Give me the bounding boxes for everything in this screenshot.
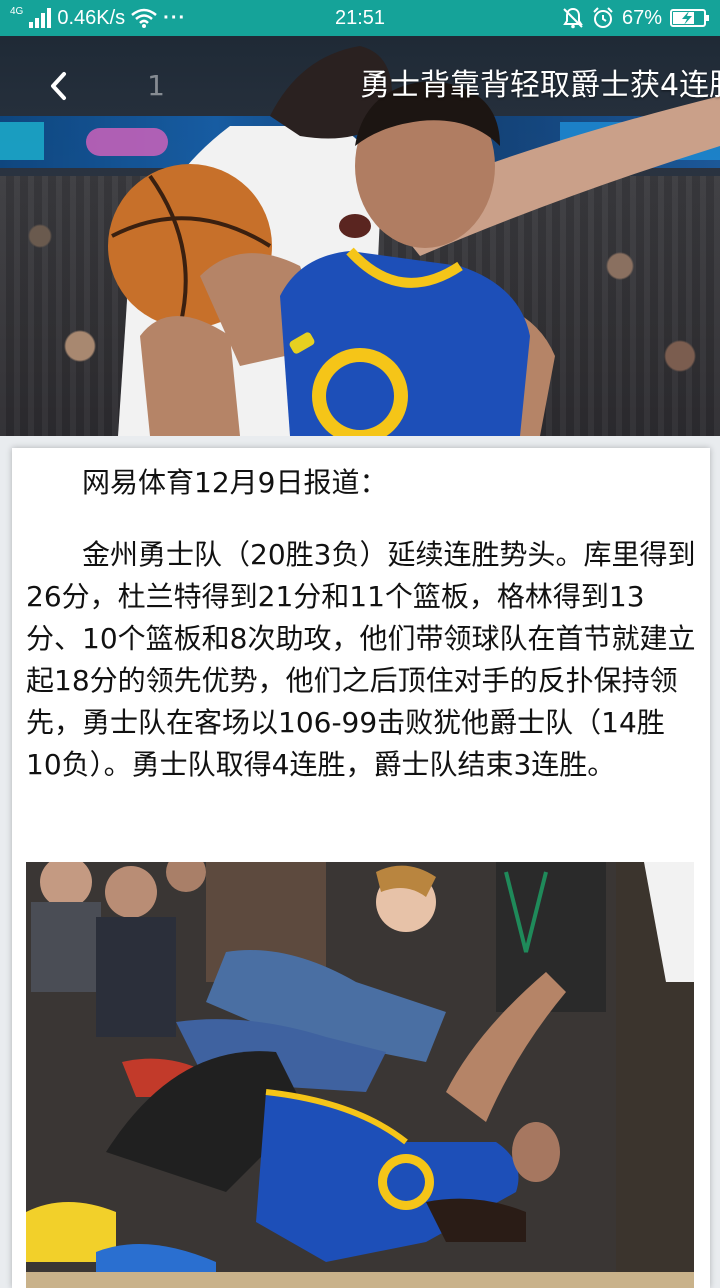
article-photo-illustration (26, 862, 694, 1288)
back-button[interactable] (30, 58, 86, 114)
status-bar: 4G 0.46K/s ··· 21:51 67% (0, 0, 720, 36)
network-type: 4G (10, 6, 24, 17)
article-title: 勇士背靠背轻取爵士获4连胜 (360, 68, 720, 103)
battery-icon (670, 9, 709, 27)
status-right: 67% (562, 0, 710, 36)
article-card: 网易体育12月9日报道： 金州勇士队（20胜3负）延续连胜势头。库里得到26分，… (12, 448, 710, 1288)
article-photo[interactable] (26, 862, 694, 1288)
signal-icon (29, 8, 52, 28)
article-paragraph-main: 金州勇士队（20胜3负）延续连胜势头。库里得到26分，杜兰特得到21分和11个篮… (26, 538, 696, 781)
top-bar: 1 勇士背靠背轻取爵士获4连胜 (0, 36, 720, 136)
alarm-icon (593, 7, 613, 28)
status-left: 4G 0.46K/s ··· (10, 0, 186, 36)
battery-percent: 67% (621, 6, 662, 29)
page-number: 1 (147, 69, 165, 102)
mute-icon (563, 7, 583, 29)
more-dots-icon: ··· (163, 6, 187, 29)
article-body: 网易体育12月9日报道： 金州勇士队（20胜3负）延续连胜势头。库里得到26分，… (26, 462, 696, 816)
wifi-icon (131, 8, 157, 28)
article-paragraph-dateline: 网易体育12月9日报道： (82, 466, 388, 499)
status-time: 21:51 (334, 6, 386, 29)
back-arrow-icon (51, 72, 66, 100)
network-speed: 0.46K/s (57, 6, 126, 29)
